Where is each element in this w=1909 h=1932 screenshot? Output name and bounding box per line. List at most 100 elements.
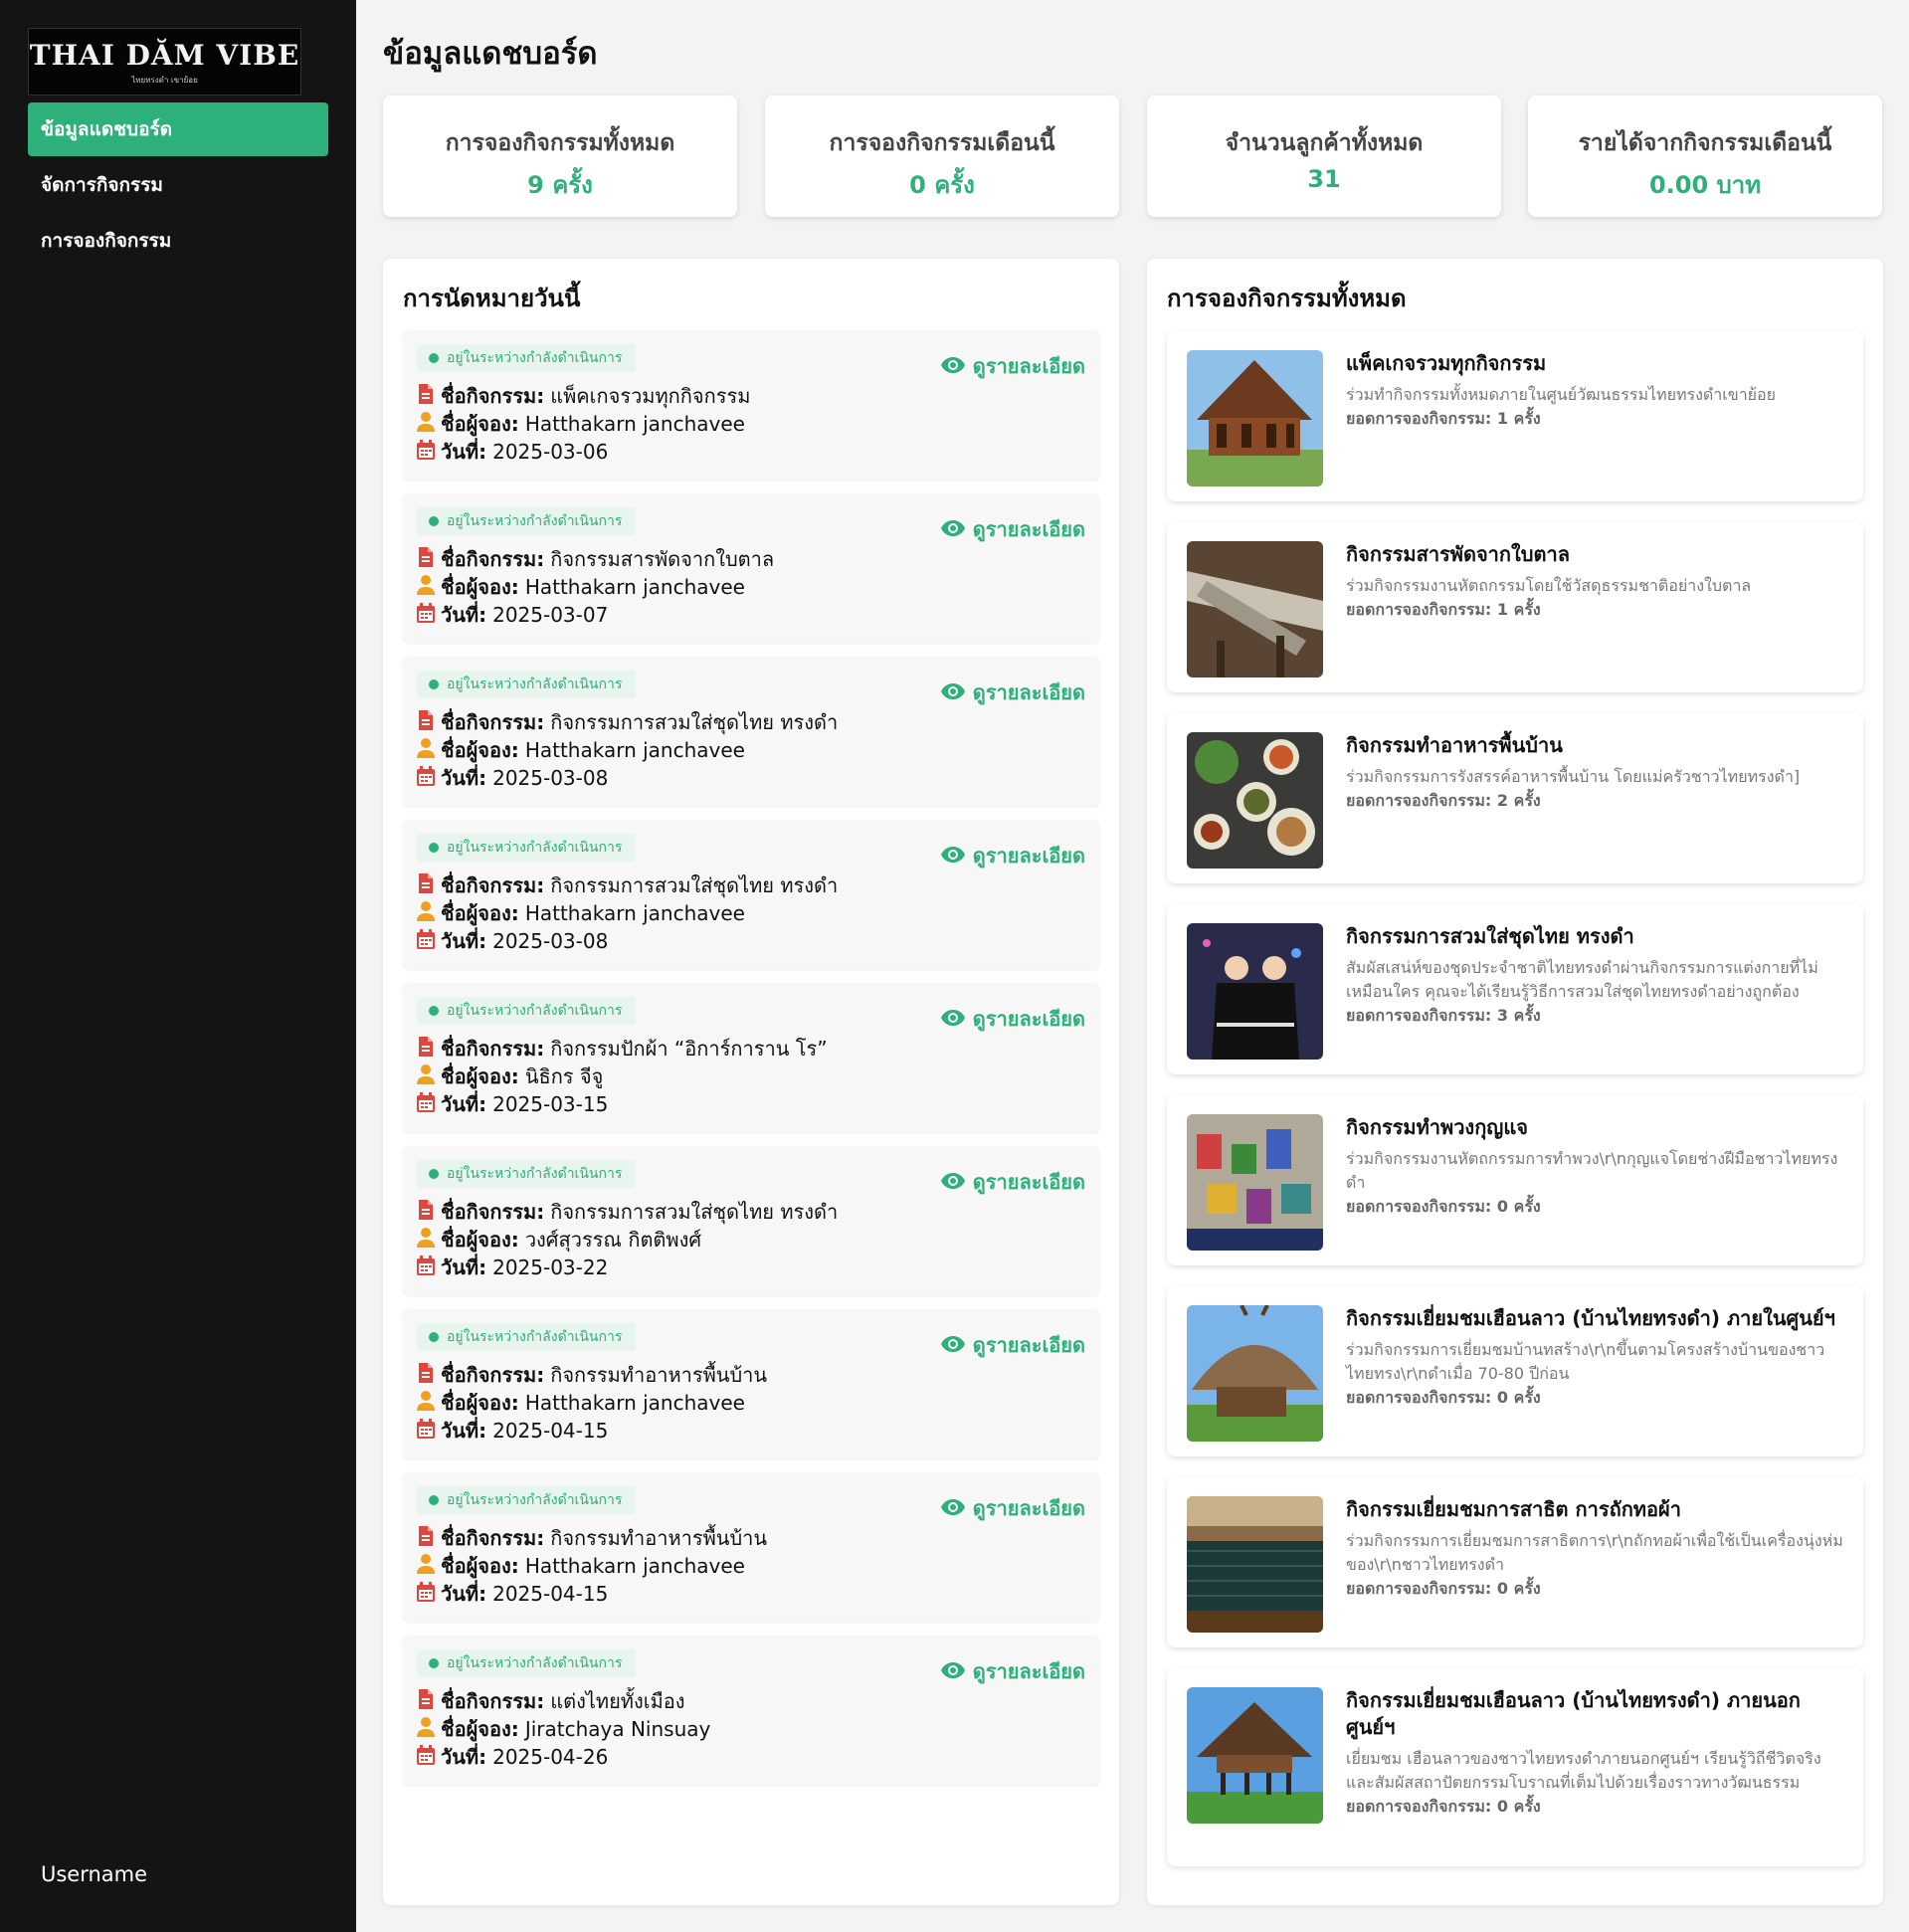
status-text: อยู่ในระหว่างกำลังดำเนินการ bbox=[447, 1329, 623, 1345]
activity-thumbnail bbox=[1187, 923, 1323, 1060]
activity-text: กิจกรรมทำพวงกุญแจ ร่วมกิจกรรมงานหัตถกรรมก… bbox=[1346, 1114, 1843, 1219]
activity-title: กิจกรรมเยี่ยมชมเฮือนลาว (บ้านไทยทรงดำ) ภ… bbox=[1346, 1306, 1835, 1330]
sidebar-item-bookings[interactable]: การจองกิจกรรม bbox=[28, 214, 328, 268]
date-label: วันที่: bbox=[441, 766, 487, 790]
status-dot-icon bbox=[429, 1658, 439, 1668]
document-icon bbox=[417, 1688, 441, 1714]
status-text: อยู่ในระหว่างกำลังดำเนินการ bbox=[447, 676, 623, 692]
status-dot-icon bbox=[429, 1006, 439, 1016]
activity-booking-count: ยอดการจองกิจกรรม: 0 ครั้ง bbox=[1346, 1195, 1843, 1219]
booker-name-value: Hatthakarn janchavee bbox=[524, 412, 745, 436]
status-badge: อยู่ในระหว่างกำลังดำเนินการ bbox=[417, 834, 637, 862]
appointment-card: อยู่ในระหว่างกำลังดำเนินการ ดูรายละเอียดช… bbox=[403, 1636, 1099, 1785]
activity-name-line: ชื่อกิจกรรม: แพ็คเกจรวมทุกกิจกรรม bbox=[417, 382, 750, 410]
date-line: วันที่: 2025-03-08 bbox=[417, 927, 608, 955]
booker-name-value: Hatthakarn janchavee bbox=[524, 1554, 745, 1578]
view-details-link[interactable]: ดูรายละเอียด bbox=[940, 1166, 1085, 1198]
activity-name-line: ชื่อกิจกรรม: กิจกรรมทำอาหารพื้นบ้าน bbox=[417, 1524, 767, 1552]
stat-card-total-customers: จำนวนลูกค้าทั้งหมด 31 bbox=[1147, 96, 1501, 217]
document-icon bbox=[417, 1525, 441, 1551]
date-label: วันที่: bbox=[441, 929, 487, 953]
status-dot-icon bbox=[429, 843, 439, 853]
page-title: ข้อมูลแดชบอร์ด bbox=[383, 36, 598, 72]
booker-name-line: ชื่อผู้จอง: วงศ์สุวรรณ กิตติพงศ์ bbox=[417, 1226, 701, 1254]
booking-count-label: ยอดการจองกิจกรรม: bbox=[1346, 1388, 1492, 1407]
stat-value: 0.00 บาท bbox=[1648, 171, 1762, 199]
eye-icon bbox=[940, 1333, 973, 1357]
status-text: อยู่ในระหว่างกำลังดำเนินการ bbox=[447, 1492, 623, 1508]
stat-label: การจองกิจกรรมเดือนนี้ bbox=[829, 130, 1055, 156]
activity-thumbnail bbox=[1187, 1687, 1323, 1824]
activity-card[interactable]: กิจกรรมเยี่ยมชมเฮือนลาว (บ้านไทยทรงดำ) ภ… bbox=[1167, 1285, 1863, 1456]
activity-text: กิจกรรมทำอาหารพื้นบ้าน ร่วมกิจกรรมการรังส… bbox=[1346, 732, 1843, 813]
activity-text: แพ็คเกจรวมทุกกิจกรรม ร่วมทำกิจกรรมทั้งหมด… bbox=[1346, 350, 1843, 431]
view-details-link[interactable]: ดูรายละเอียด bbox=[940, 1492, 1085, 1524]
activity-title: กิจกรรมเยี่ยมชมการสาธิต การถักทอผ้า bbox=[1346, 1497, 1681, 1521]
booker-name-value: Hatthakarn janchavee bbox=[524, 575, 745, 599]
activity-title: กิจกรรมการสวมใส่ชุดไทย ทรงดำ bbox=[1346, 924, 1634, 948]
view-details-link[interactable]: ดูรายละเอียด bbox=[940, 676, 1085, 708]
activity-card[interactable]: กิจกรรมเยี่ยมชมการสาธิต การถักทอผ้า ร่วมก… bbox=[1167, 1476, 1863, 1647]
booking-count-label: ยอดการจองกิจกรรม: bbox=[1346, 600, 1492, 619]
calendar-icon bbox=[417, 439, 441, 465]
booking-count-value: 0 ครั้ง bbox=[1496, 1797, 1541, 1816]
activity-card[interactable]: กิจกรรมการสวมใส่ชุดไทย ทรงดำ สัมผัสเสน่ห์… bbox=[1167, 903, 1863, 1074]
appointments-panel: การนัดหมายวันนี้ อยู่ในระหว่างกำลังดำเนิ… bbox=[383, 259, 1119, 1905]
user-icon bbox=[417, 1390, 441, 1416]
appointment-card: อยู่ในระหว่างกำลังดำเนินการ ดูรายละเอียดช… bbox=[403, 1146, 1099, 1295]
view-details-label: ดูรายละเอียด bbox=[972, 680, 1085, 704]
booking-count-value: 1 ครั้ง bbox=[1496, 409, 1541, 428]
appointment-card: อยู่ในระหว่างกำลังดำเนินการ ดูรายละเอียดช… bbox=[403, 1309, 1099, 1458]
status-badge: อยู่ในระหว่างกำลังดำเนินการ bbox=[417, 344, 637, 372]
stat-value: 31 bbox=[1307, 165, 1341, 193]
activity-name-value: แต่งไทยทั้งเมือง bbox=[550, 1689, 685, 1713]
activity-name-line: ชื่อกิจกรรม: กิจกรรมการสวมใส่ชุดไทย ทรงดำ bbox=[417, 871, 838, 899]
status-badge: อยู่ในระหว่างกำลังดำเนินการ bbox=[417, 507, 637, 535]
date-line: วันที่: 2025-03-08 bbox=[417, 764, 608, 792]
sidebar-item-manage-activities[interactable]: จัดการกิจกรรม bbox=[28, 158, 328, 212]
status-badge: อยู่ในระหว่างกำลังดำเนินการ bbox=[417, 1486, 637, 1514]
activity-card[interactable]: กิจกรรมทำพวงกุญแจ ร่วมกิจกรรมงานหัตถกรรมก… bbox=[1167, 1094, 1863, 1265]
brand-logo: THAI DĂM VIBE ไทยทรงดำ เขาย้อย bbox=[28, 28, 301, 96]
activity-name-line: ชื่อกิจกรรม: กิจกรรมสารพัดจากใบตาล bbox=[417, 545, 774, 573]
date-label: วันที่: bbox=[441, 603, 487, 627]
view-details-link[interactable]: ดูรายละเอียด bbox=[940, 1003, 1085, 1035]
view-details-link[interactable]: ดูรายละเอียด bbox=[940, 350, 1085, 382]
activity-title: กิจกรรมทำพวงกุญแจ bbox=[1346, 1115, 1528, 1139]
stat-label: รายได้จากกิจกรรมเดือนนี้ bbox=[1578, 130, 1832, 156]
status-text: อยู่ในระหว่างกำลังดำเนินการ bbox=[447, 1003, 623, 1019]
user-icon bbox=[417, 411, 441, 437]
booker-name-line: ชื่อผู้จอง: Hatthakarn janchavee bbox=[417, 899, 745, 927]
booker-name-value: นิธิกร จีจู bbox=[524, 1064, 604, 1088]
date-label: วันที่: bbox=[441, 1745, 487, 1769]
appointment-card: อยู่ในระหว่างกำลังดำเนินการ ดูรายละเอียดช… bbox=[403, 657, 1099, 806]
activity-card[interactable]: กิจกรรมเยี่ยมชมเฮือนลาว (บ้านไทยทรงดำ) ภ… bbox=[1167, 1667, 1863, 1866]
view-details-link[interactable]: ดูรายละเอียด bbox=[940, 840, 1085, 871]
date-value: 2025-04-15 bbox=[492, 1582, 609, 1606]
document-icon bbox=[417, 872, 441, 898]
view-details-label: ดูรายละเอียด bbox=[972, 1333, 1085, 1357]
view-details-link[interactable]: ดูรายละเอียด bbox=[940, 513, 1085, 545]
date-line: วันที่: 2025-03-06 bbox=[417, 438, 608, 466]
activity-title: กิจกรรมเยี่ยมชมเฮือนลาว (บ้านไทยทรงดำ) ภ… bbox=[1346, 1688, 1801, 1739]
booker-name-line: ชื่อผู้จอง: Hatthakarn janchavee bbox=[417, 410, 745, 438]
activity-thumbnail bbox=[1187, 1496, 1323, 1633]
username-label[interactable]: Username bbox=[41, 1862, 147, 1886]
view-details-link[interactable]: ดูรายละเอียด bbox=[940, 1655, 1085, 1687]
stat-card-month-revenue: รายได้จากกิจกรรมเดือนนี้ 0.00 บาท bbox=[1528, 96, 1882, 217]
booking-count-label: ยอดการจองกิจกรรม: bbox=[1346, 1797, 1492, 1816]
activity-card[interactable]: แพ็คเกจรวมทุกกิจกรรม ร่วมทำกิจกรรมทั้งหมด… bbox=[1167, 330, 1863, 501]
activity-booking-count: ยอดการจองกิจกรรม: 2 ครั้ง bbox=[1346, 789, 1843, 813]
status-text: อยู่ในระหว่างกำลังดำเนินการ bbox=[447, 513, 623, 529]
date-value: 2025-03-08 bbox=[492, 929, 609, 953]
activity-card[interactable]: กิจกรรมทำอาหารพื้นบ้าน ร่วมกิจกรรมการรังส… bbox=[1167, 712, 1863, 883]
view-details-label: ดูรายละเอียด bbox=[972, 1007, 1085, 1031]
date-line: วันที่: 2025-03-07 bbox=[417, 601, 608, 629]
activity-card[interactable]: กิจกรรมสารพัดจากใบตาล ร่วมกิจกรรมงานหัตถก… bbox=[1167, 521, 1863, 692]
sidebar-item-dashboard[interactable]: ข้อมูลแดชบอร์ด bbox=[28, 102, 328, 156]
status-dot-icon bbox=[429, 1495, 439, 1505]
activity-name-value: กิจกรรมสารพัดจากใบตาล bbox=[550, 547, 775, 571]
stat-value: 0 ครั้ง bbox=[909, 171, 975, 199]
view-details-link[interactable]: ดูรายละเอียด bbox=[940, 1329, 1085, 1361]
activity-name-value: กิจกรรมทำอาหารพื้นบ้าน bbox=[550, 1526, 768, 1550]
